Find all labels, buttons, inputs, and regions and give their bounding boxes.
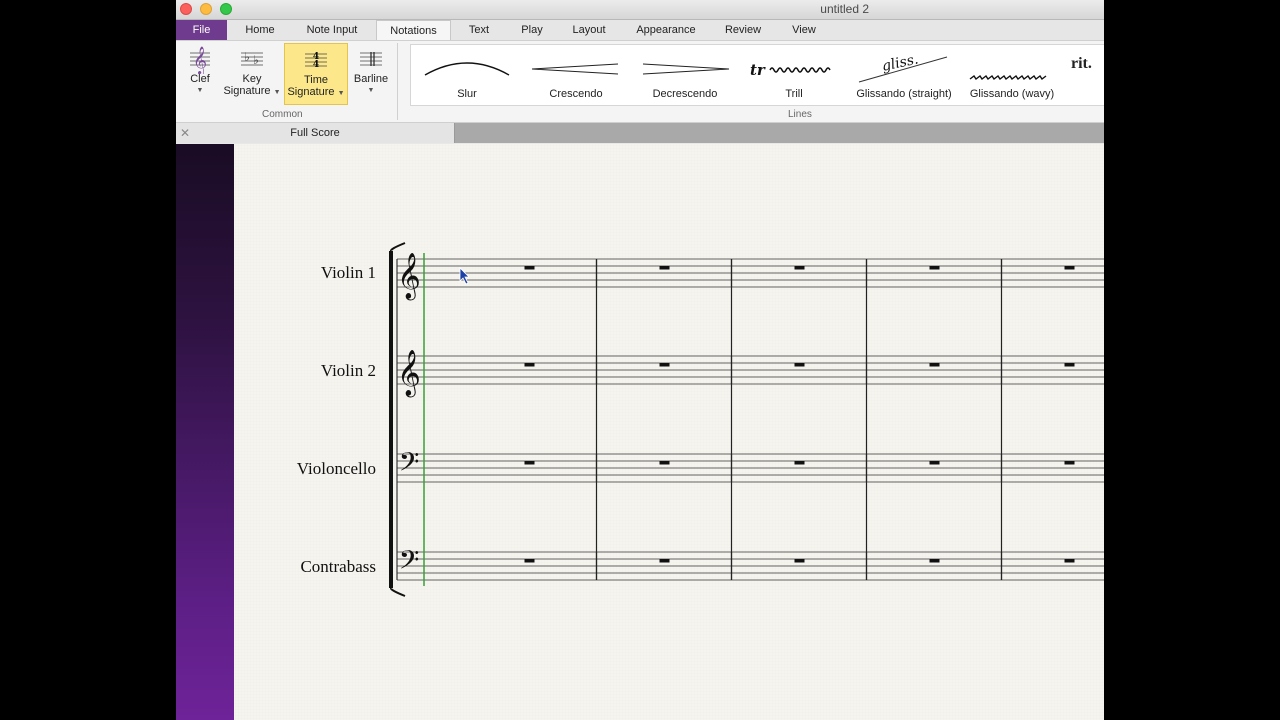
decrescendo-icon <box>637 45 733 89</box>
svg-text:gliss.: gliss. <box>881 51 920 74</box>
whole-rest-icon <box>524 266 535 270</box>
glissando-wavy-icon <box>964 45 1060 89</box>
document-tab-bar: ✕ Full Score <box>176 123 1104 143</box>
slur-icon <box>419 45 515 89</box>
group-label-common: Common <box>262 109 303 120</box>
whole-rest-icon <box>794 266 805 270</box>
whole-rest-icon <box>659 461 670 465</box>
svg-text:♭: ♭ <box>253 53 259 67</box>
score-workspace: Violin 1 Violin 2 Violoncello Contrabass… <box>176 144 1104 720</box>
glissando-wavy-item[interactable]: Glissando (wavy) <box>964 45 1060 105</box>
score-tab-label: Full Score <box>290 127 340 139</box>
group-divider <box>397 43 398 120</box>
whole-rest-icon <box>1064 363 1075 367</box>
crescendo-item[interactable]: Crescendo <box>528 45 624 105</box>
barline-icon <box>350 45 392 73</box>
glissando-straight-item[interactable]: gliss. Glissando (straight) <box>851 45 957 105</box>
whole-rest-icon <box>929 363 940 367</box>
treble-clef-icon: 𝄞 <box>180 45 220 74</box>
chevron-down-icon: ▼ <box>196 87 204 94</box>
whole-rest-icon <box>659 266 670 270</box>
whole-rest-icon <box>929 266 940 270</box>
chevron-down-icon: ▼ <box>367 87 375 94</box>
ritardando-item[interactable]: rit. <box>1071 45 1104 105</box>
key-signature-icon: ♭ ♭ <box>222 45 282 73</box>
treble-clef-icon: 𝄞 <box>397 253 421 301</box>
clef-button[interactable]: 𝄞 Clef ▼ <box>180 43 220 105</box>
whole-rest-icon <box>1064 559 1075 563</box>
tab-review[interactable]: Review <box>719 20 767 40</box>
tab-full-score[interactable]: ✕ Full Score <box>176 123 455 143</box>
window-title: untitled 2 <box>820 2 869 16</box>
whole-rest-icon <box>1064 266 1075 270</box>
ribbon: 𝄞 Clef ▼ ♭ ♭ Key Signature ▼ 4 4 Time Si… <box>176 40 1104 123</box>
whole-rest-icon <box>794 461 805 465</box>
whole-rest-icon <box>1064 461 1075 465</box>
tab-file[interactable]: File <box>176 20 227 40</box>
svg-text:♭: ♭ <box>244 50 250 64</box>
score-page[interactable]: Violin 1 Violin 2 Violoncello Contrabass… <box>234 144 1104 720</box>
svg-text:𝄞: 𝄞 <box>193 46 207 74</box>
trill-item[interactable]: tr Trill <box>746 45 842 105</box>
tab-home[interactable]: Home <box>236 20 284 40</box>
whole-rest-icon <box>929 461 940 465</box>
tab-layout[interactable]: Layout <box>566 20 612 40</box>
title-bar: untitled 2 <box>176 0 1104 20</box>
barline-button[interactable]: Barline ▼ <box>350 43 392 105</box>
decrescendo-item[interactable]: Decrescendo <box>637 45 733 105</box>
time-signature-icon: 4 4 <box>285 46 347 74</box>
time-signature-button[interactable]: 4 4 Time Signature ▼ <box>284 43 348 105</box>
tab-notations[interactable]: Notations <box>376 20 451 41</box>
whole-rest-icon <box>794 559 805 563</box>
chevron-down-icon: ▼ <box>337 90 345 97</box>
svg-text:4: 4 <box>313 60 319 70</box>
mouse-pointer-icon <box>459 267 470 285</box>
tab-note-input[interactable]: Note Input <box>296 20 368 40</box>
trill-icon: tr <box>746 45 842 89</box>
whole-rest-icon <box>659 559 670 563</box>
tab-play[interactable]: Play <box>514 20 550 40</box>
ribbon-tabs: File Home Note Input Notations Text Play… <box>176 20 1104 41</box>
chevron-down-icon: ▼ <box>273 89 281 96</box>
tab-appearance[interactable]: Appearance <box>630 20 702 40</box>
lines-gallery: Slur Crescendo Decrescendo tr Trill glis… <box>410 44 1104 106</box>
crescendo-icon <box>528 45 624 89</box>
app-window: untitled 2 File Home Note Input Notation… <box>176 0 1104 720</box>
whole-rest-icon <box>929 559 940 563</box>
ritardando-label: rit. <box>1071 55 1092 72</box>
score-staves[interactable]: 𝄞 𝄞 𝄢 𝄢 <box>234 144 1104 720</box>
bass-clef-icon: 𝄢 <box>399 446 420 484</box>
whole-rest-icon <box>524 559 535 563</box>
svg-text:tr: tr <box>750 61 766 79</box>
bass-clef-icon: 𝄢 <box>399 544 420 582</box>
whole-rest-icon <box>524 461 535 465</box>
slur-item[interactable]: Slur <box>419 45 515 105</box>
tab-view[interactable]: View <box>784 20 824 40</box>
key-signature-button[interactable]: ♭ ♭ Key Signature ▼ <box>222 43 282 105</box>
group-label-lines: Lines <box>788 109 812 120</box>
treble-clef-icon: 𝄞 <box>397 350 421 398</box>
whole-rest-icon <box>524 363 535 367</box>
whole-rest-icon <box>659 363 670 367</box>
whole-rest-icon <box>794 363 805 367</box>
glissando-straight-icon: gliss. <box>851 45 957 89</box>
tab-text[interactable]: Text <box>461 20 497 40</box>
